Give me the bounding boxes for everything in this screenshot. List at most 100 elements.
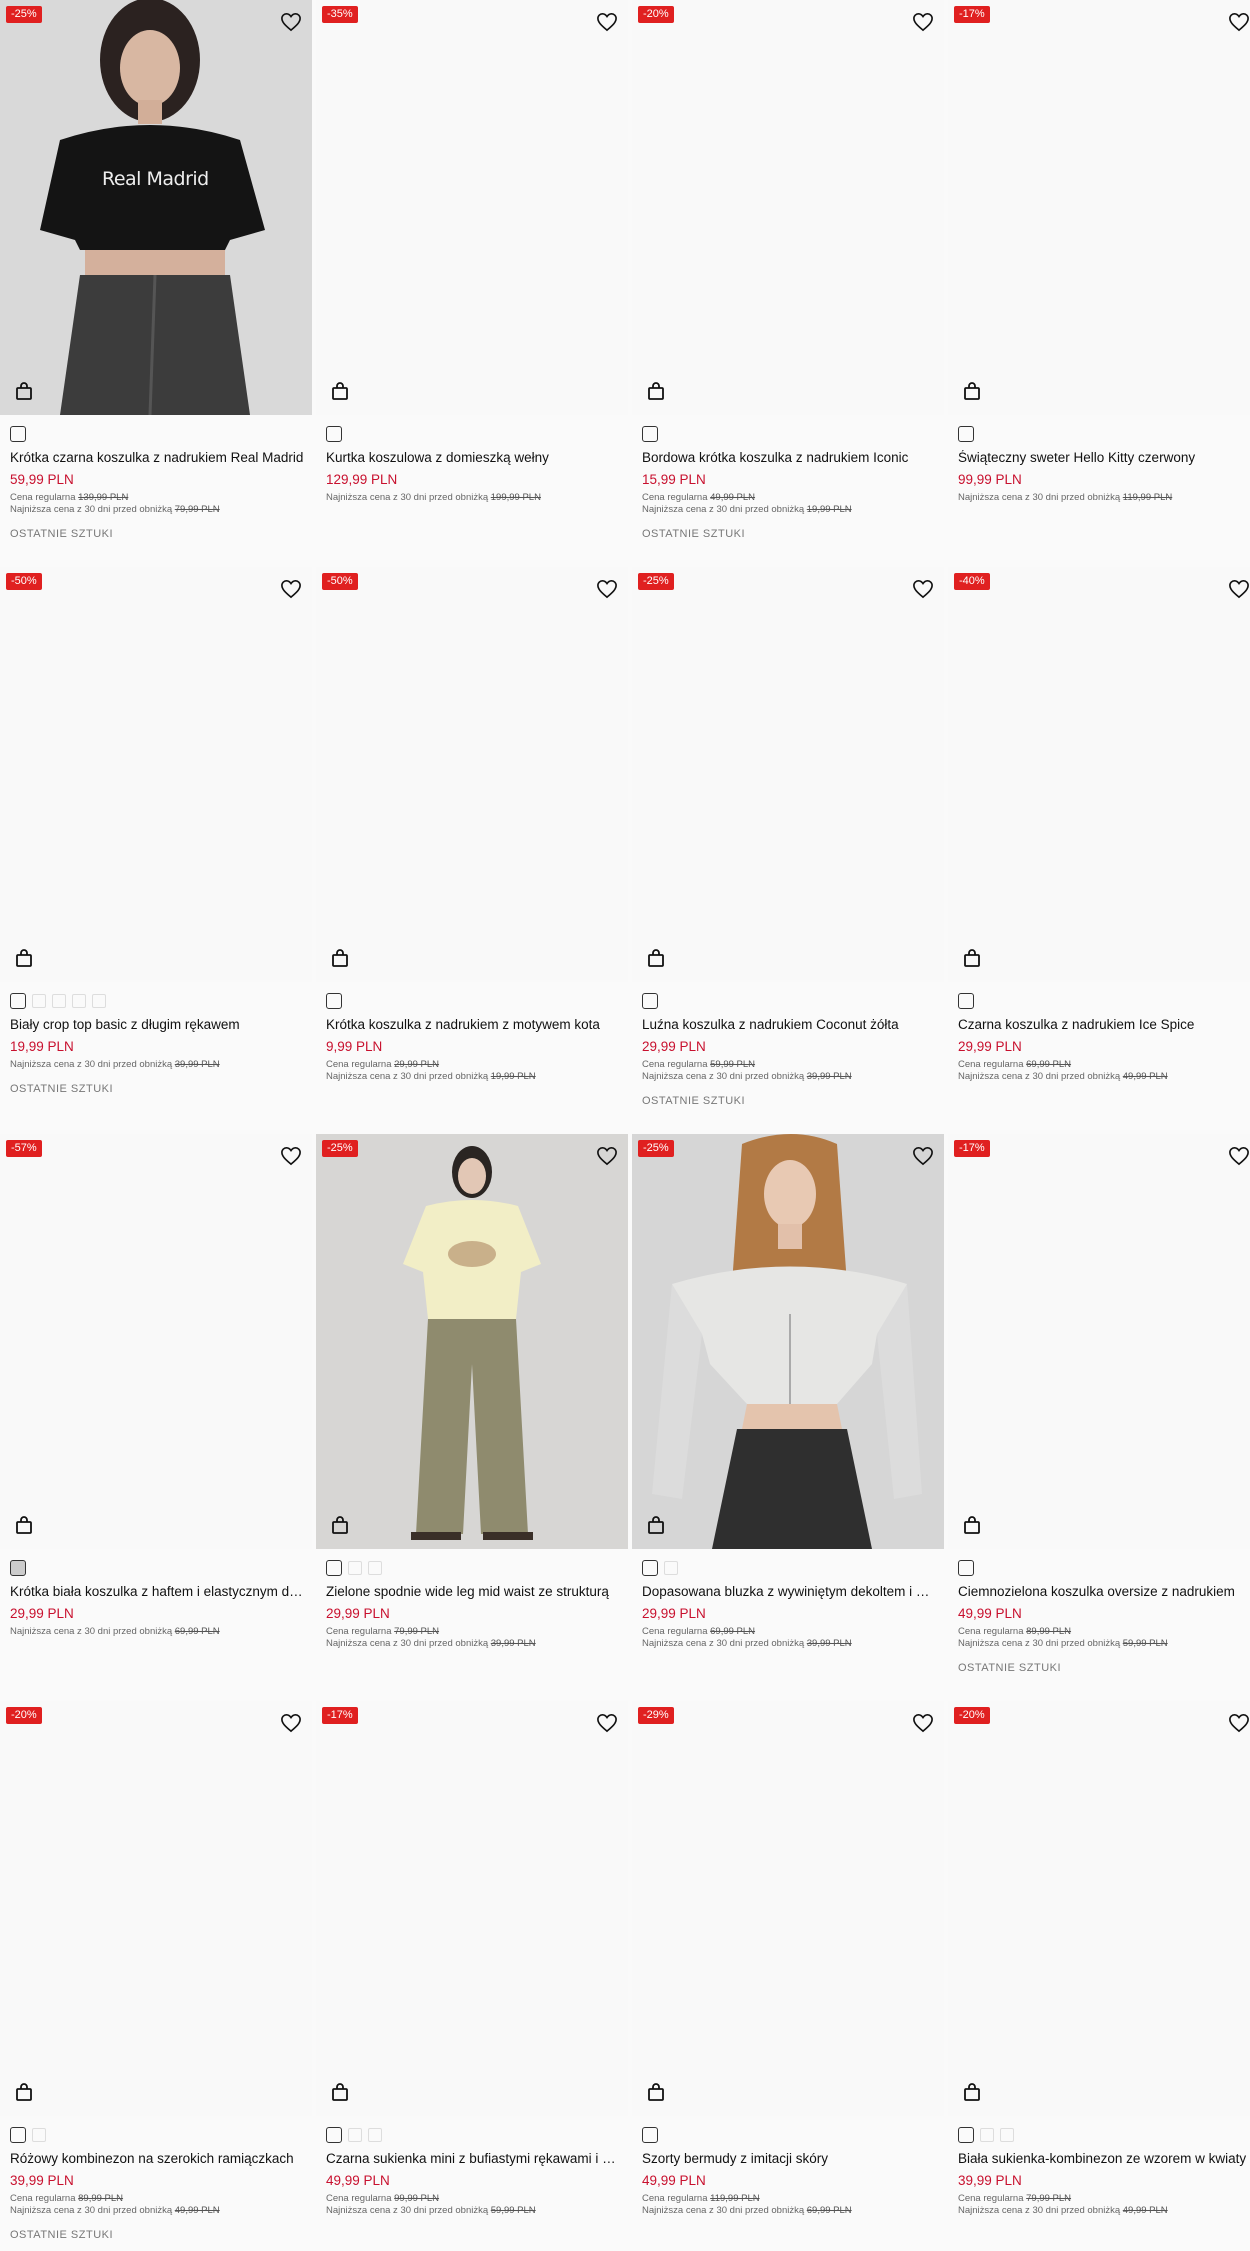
product-image[interactable]: -20% <box>948 1701 1250 2116</box>
color-swatches <box>958 2127 1014 2143</box>
heart-icon[interactable] <box>280 1146 302 1166</box>
color-swatch-selected[interactable] <box>326 426 342 442</box>
product-title[interactable]: Różowy kombinezon na szerokich ramiączka… <box>10 2151 306 2166</box>
product-title[interactable]: Dopasowana bluzka z wywiniętym dekoltem … <box>642 1584 938 1599</box>
color-swatch[interactable] <box>92 994 106 1008</box>
heart-icon[interactable] <box>912 12 934 32</box>
product-title[interactable]: Kurtka koszulowa z domieszką wełny <box>326 450 622 465</box>
product-title[interactable]: Luźna koszulka z nadrukiem Coconut żółta <box>642 1017 938 1032</box>
product-image[interactable]: -20% <box>632 0 944 415</box>
product-image[interactable]: -20% <box>0 1701 312 2116</box>
color-swatch[interactable] <box>32 2128 46 2142</box>
lowest-price-30-days: Najniższa cena z 30 dni przed obniżką 39… <box>10 1059 220 1070</box>
product-image[interactable]: -25% Real Madrid <box>0 0 312 415</box>
color-swatch-selected[interactable] <box>958 993 974 1009</box>
product-image[interactable]: -50% <box>0 567 312 982</box>
product-title[interactable]: Krótka czarna koszulka z nadrukiem Real … <box>10 450 306 465</box>
product-title[interactable]: Ciemnozielona koszulka oversize z nadruk… <box>958 1584 1250 1599</box>
shopping-bag-icon[interactable] <box>12 946 36 970</box>
product-image[interactable]: -40% <box>948 567 1250 982</box>
heart-icon[interactable] <box>1228 579 1250 599</box>
shopping-bag-icon[interactable] <box>12 1513 36 1537</box>
heart-icon[interactable] <box>280 579 302 599</box>
color-swatch[interactable] <box>348 1561 362 1575</box>
product-image[interactable]: -17% <box>948 1134 1250 1549</box>
color-swatch-selected[interactable] <box>642 2127 658 2143</box>
color-swatch-selected[interactable] <box>326 2127 342 2143</box>
heart-icon[interactable] <box>596 579 618 599</box>
lowest-price-30-days: Najniższa cena z 30 dni przed obniżką 49… <box>958 1071 1168 1082</box>
product-image[interactable]: -17% <box>316 1701 628 2116</box>
shopping-bag-icon[interactable] <box>328 946 352 970</box>
product-title[interactable]: Biała sukienka-kombinezon ze wzorem w kw… <box>958 2151 1250 2166</box>
product-title[interactable]: Czarna sukienka mini z bufiastymi rękawa… <box>326 2151 622 2166</box>
color-swatch[interactable] <box>348 2128 362 2142</box>
shopping-bag-icon[interactable] <box>960 2080 984 2104</box>
color-swatches <box>326 1560 382 1576</box>
product-title[interactable]: Zielone spodnie wide leg mid waist ze st… <box>326 1584 622 1599</box>
product-title[interactable]: Świąteczny sweter Hello Kitty czerwony <box>958 450 1250 465</box>
color-swatch-selected[interactable] <box>10 993 26 1009</box>
shopping-bag-icon[interactable] <box>644 946 668 970</box>
color-swatch[interactable] <box>52 994 66 1008</box>
color-swatch[interactable] <box>72 994 86 1008</box>
heart-icon[interactable] <box>1228 1146 1250 1166</box>
color-swatch-selected[interactable] <box>10 1560 26 1576</box>
product-price: 29,99 PLN <box>642 1606 706 1621</box>
discount-badge: -29% <box>638 1707 674 1724</box>
color-swatch-selected[interactable] <box>958 426 974 442</box>
product-image[interactable]: -50% <box>316 567 628 982</box>
shopping-bag-icon[interactable] <box>644 2080 668 2104</box>
shopping-bag-icon[interactable] <box>960 379 984 403</box>
color-swatch-selected[interactable] <box>958 2127 974 2143</box>
discount-badge: -20% <box>954 1707 990 1724</box>
product-image[interactable]: -35% <box>316 0 628 415</box>
product-image[interactable]: -57% <box>0 1134 312 1549</box>
shopping-bag-icon[interactable] <box>644 379 668 403</box>
color-swatch-selected[interactable] <box>10 426 26 442</box>
heart-icon[interactable] <box>596 1713 618 1733</box>
shopping-bag-icon[interactable] <box>328 2080 352 2104</box>
product-image[interactable]: -25% <box>632 567 944 982</box>
product-image[interactable]: -29% <box>632 1701 944 2116</box>
heart-icon[interactable] <box>1228 12 1250 32</box>
product-price: 29,99 PLN <box>326 1606 390 1621</box>
lowest-price-30-days: Najniższa cena z 30 dni przed obniżką 19… <box>642 504 852 515</box>
product-title[interactable]: Krótka biała koszulka z haftem i elastyc… <box>10 1584 306 1599</box>
color-swatch-selected[interactable] <box>326 993 342 1009</box>
color-swatch[interactable] <box>664 1561 678 1575</box>
product-price: 9,99 PLN <box>326 1039 383 1054</box>
heart-icon[interactable] <box>912 579 934 599</box>
color-swatch[interactable] <box>32 994 46 1008</box>
product-image[interactable]: -25% <box>316 1134 628 1549</box>
shopping-bag-icon[interactable] <box>12 2080 36 2104</box>
color-swatch-selected[interactable] <box>958 1560 974 1576</box>
heart-icon[interactable] <box>596 12 618 32</box>
shopping-bag-icon[interactable] <box>960 946 984 970</box>
heart-icon[interactable] <box>280 1713 302 1733</box>
product-title[interactable]: Czarna koszulka z nadrukiem Ice Spice <box>958 1017 1250 1032</box>
color-swatches <box>642 993 658 1009</box>
product-title[interactable]: Biały crop top basic z długim rękawem <box>10 1017 306 1032</box>
product-image[interactable]: -17% <box>948 0 1250 415</box>
heart-icon[interactable] <box>912 1713 934 1733</box>
color-swatch[interactable] <box>1000 2128 1014 2142</box>
color-swatch[interactable] <box>368 2128 382 2142</box>
product-title[interactable]: Krótka koszulka z nadrukiem z motywem ko… <box>326 1017 622 1032</box>
color-swatch-selected[interactable] <box>326 1560 342 1576</box>
color-swatch-selected[interactable] <box>642 1560 658 1576</box>
color-swatch[interactable] <box>980 2128 994 2142</box>
color-swatch-selected[interactable] <box>642 426 658 442</box>
color-swatch-selected[interactable] <box>642 993 658 1009</box>
product-title[interactable]: Bordowa krótka koszulka z nadrukiem Icon… <box>642 450 938 465</box>
product-title[interactable]: Szorty bermudy z imitacji skóry <box>642 2151 938 2166</box>
regular-price: Cena regularna 69,99 PLN <box>958 1059 1072 1070</box>
color-swatch[interactable] <box>368 1561 382 1575</box>
regular-price: Cena regularna 29,99 PLN <box>326 1059 440 1070</box>
product-image[interactable]: -25% <box>632 1134 944 1549</box>
shopping-bag-icon[interactable] <box>328 379 352 403</box>
heart-icon[interactable] <box>1228 1713 1250 1733</box>
color-swatch-selected[interactable] <box>10 2127 26 2143</box>
discount-badge: -20% <box>6 1707 42 1724</box>
shopping-bag-icon[interactable] <box>960 1513 984 1537</box>
